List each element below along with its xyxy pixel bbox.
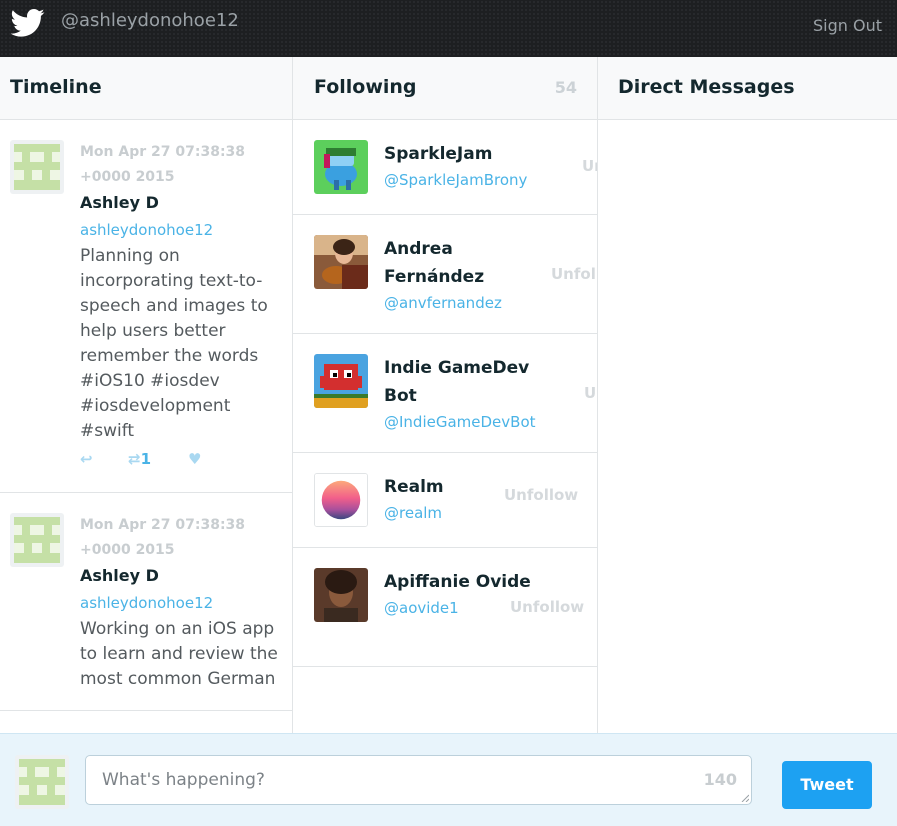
following-info: SparkleJam @SparkleJamBrony [384, 140, 534, 192]
avatar[interactable] [314, 473, 368, 527]
twitter-bird-icon[interactable] [11, 8, 45, 38]
following-handle[interactable]: @anvfernandez [384, 291, 534, 315]
direct-messages-header: Direct Messages [598, 57, 897, 120]
avatar[interactable] [314, 235, 368, 289]
following-name[interactable]: Apiffanie Ovide [384, 568, 534, 596]
following-item: Realm @realm Unfollow [293, 453, 597, 548]
tweet-text: Planning on incorporating text-to-speech… [80, 246, 268, 441]
following-item: Apiffanie Ovide @aovide1 Unfollow [293, 548, 597, 667]
tweet-author-username[interactable]: ashleydonohoe12 [80, 216, 282, 244]
sign-out-link[interactable]: Sign Out [813, 16, 882, 35]
avatar[interactable] [314, 568, 368, 622]
following-item: Andrea Fernández @anvfernandez Unfollow [293, 215, 597, 334]
avatar[interactable] [10, 140, 64, 194]
following-name[interactable]: Andrea Fernández [384, 235, 534, 291]
resize-grip-icon[interactable] [741, 794, 749, 802]
tweet-input[interactable]: What's happening? 140 [85, 755, 752, 805]
tweet-date: Mon Apr 27 07:38:38 +0000 2015 [80, 144, 246, 185]
tweet-button[interactable]: Tweet [782, 761, 872, 809]
following-handle[interactable]: @realm [384, 501, 534, 525]
direct-messages-column: Direct Messages [598, 57, 897, 733]
like-icon[interactable]: ♥ [188, 450, 201, 468]
timeline-header: Timeline [0, 57, 292, 120]
following-item: SparkleJam @SparkleJamBrony Unfollow [293, 120, 597, 215]
following-info: Indie GameDev Bot @IndieGameDevBot [384, 354, 536, 434]
following-header: Following 54 [293, 57, 597, 120]
unfollow-button[interactable]: Unfollow [510, 598, 584, 616]
tweet: Mon Apr 27 07:38:38 +0000 2015 Ashley D … [0, 493, 292, 711]
unfollow-button[interactable]: Unfollow [584, 384, 597, 402]
following-name[interactable]: SparkleJam [384, 140, 534, 168]
avatar[interactable] [314, 354, 368, 408]
avatar[interactable] [15, 755, 69, 809]
timeline-title: Timeline [10, 76, 102, 98]
avatar[interactable] [314, 140, 368, 194]
retweet-count: 1 [140, 450, 152, 468]
timeline-column: Timeline Mon Apr 27 07:38:38 +0000 2015 … [0, 57, 293, 733]
avatar[interactable] [10, 513, 64, 567]
user-handle[interactable]: @ashleydonohoe12 [61, 10, 239, 31]
tweet-author-name[interactable]: Ashley D [80, 190, 282, 216]
compose-bar: What's happening? 140 Tweet [0, 733, 897, 826]
unfollow-button[interactable]: Unfollow [504, 486, 578, 504]
following-name[interactable]: Indie GameDev Bot [384, 354, 534, 410]
tweet: Mon Apr 27 07:38:38 +0000 2015 Ashley D … [0, 120, 292, 493]
tweet-input-placeholder: What's happening? [102, 770, 265, 790]
unfollow-button[interactable]: Unfollow [551, 265, 597, 283]
tweet-date: Mon Apr 27 07:38:38 +0000 2015 [80, 517, 246, 558]
tweet-text: Working on an iOS app to learn and revie… [80, 619, 278, 689]
unfollow-button[interactable]: Unfollow [582, 157, 597, 175]
tweet-actions: ↩ ⇄1 ♥ [80, 450, 282, 474]
retweet-button[interactable]: ⇄1 [128, 450, 151, 468]
following-column: Following 54 SparkleJam @SparkleJamBrony… [293, 57, 598, 733]
following-title: Following [314, 76, 417, 98]
following-info: Andrea Fernández @anvfernandez [384, 235, 534, 315]
following-count: 54 [554, 78, 577, 97]
tweet-author-name[interactable]: Ashley D [80, 563, 282, 589]
following-handle[interactable]: @SparkleJamBrony [384, 168, 534, 192]
following-item: Indie GameDev Bot @IndieGameDevBot Unfol… [293, 334, 597, 453]
direct-messages-title: Direct Messages [618, 76, 795, 98]
reply-icon[interactable]: ↩ [80, 450, 93, 468]
following-handle[interactable]: @IndieGameDevBot [384, 410, 536, 434]
tweet-author-username[interactable]: ashleydonohoe12 [80, 589, 282, 617]
character-counter: 140 [703, 770, 737, 789]
top-bar: @ashleydonohoe12 Sign Out [0, 0, 897, 57]
retweet-icon: ⇄ [128, 450, 141, 468]
